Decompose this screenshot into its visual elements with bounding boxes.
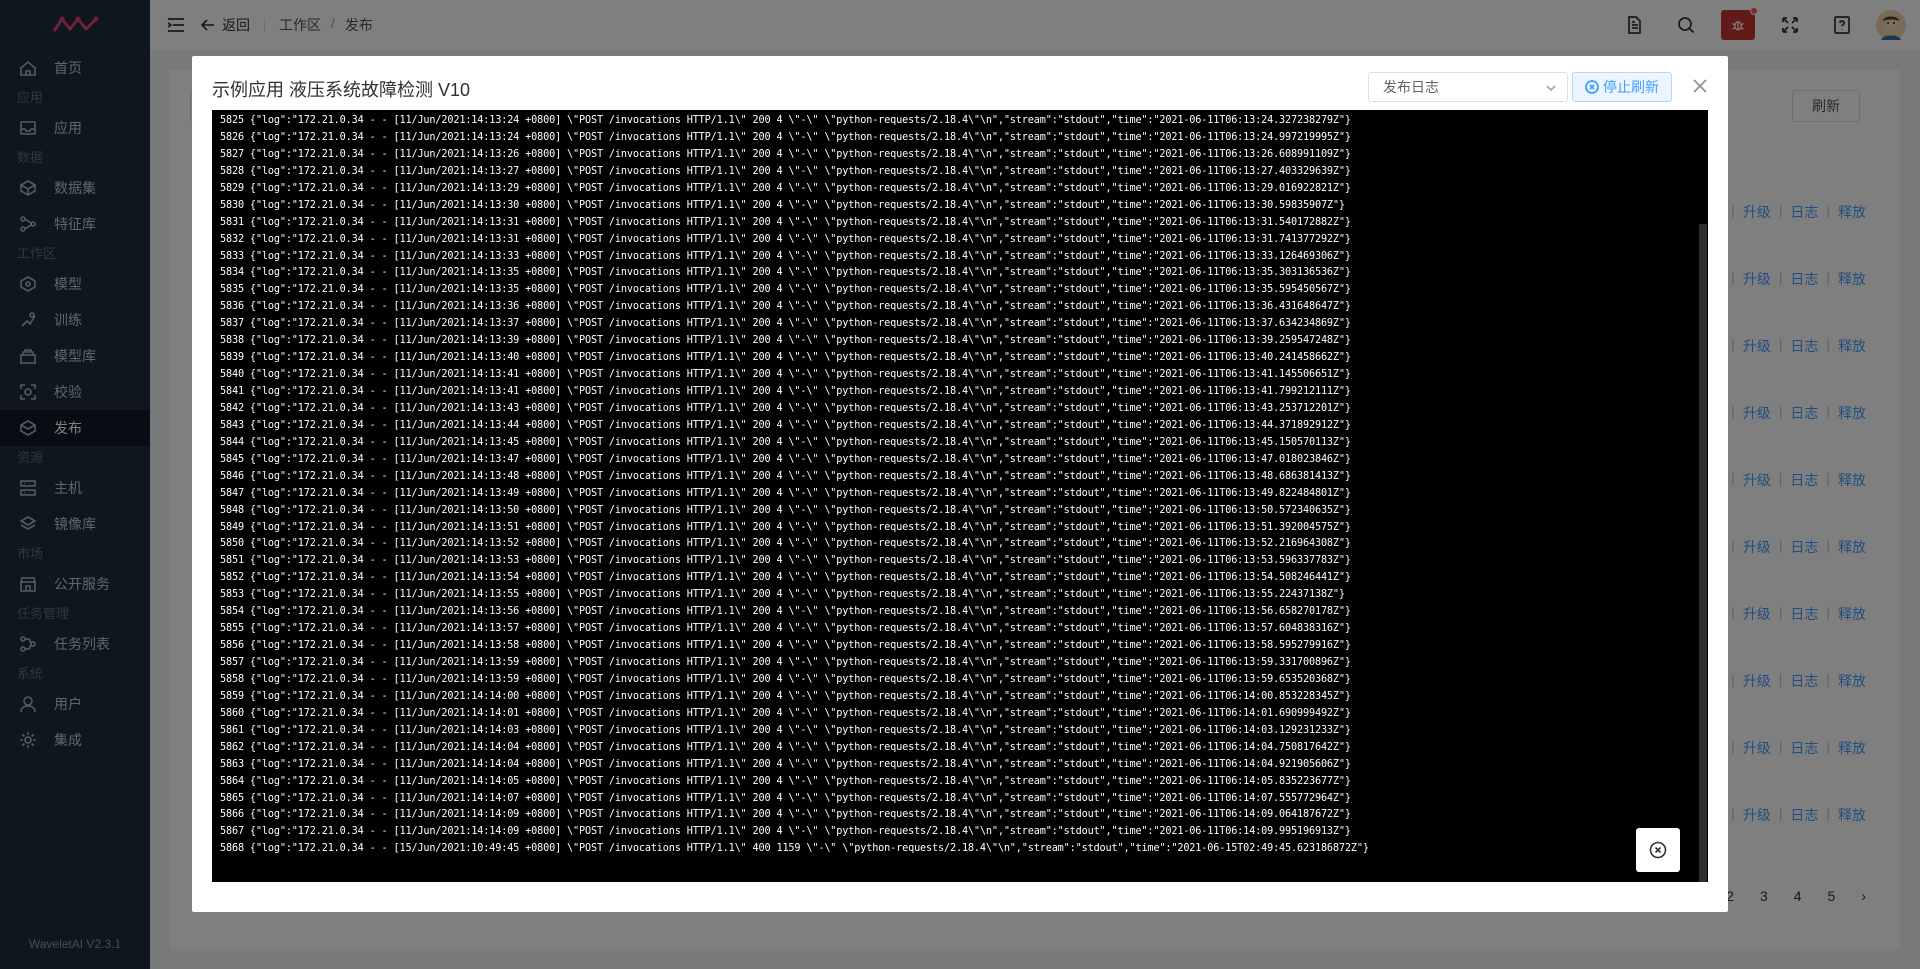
log-line: 5832 {"log":"172.21.0.34 - - [11/Jun/202… xyxy=(220,233,1351,245)
log-line: 5834 {"log":"172.21.0.34 - - [11/Jun/202… xyxy=(220,267,1351,279)
log-lines: 5825 {"log":"172.21.0.34 - - [11/Jun/202… xyxy=(212,110,1698,858)
log-scrollbar-thumb[interactable] xyxy=(1699,224,1707,882)
log-line: 5857 {"log":"172.21.0.34 - - [11/Jun/202… xyxy=(220,657,1351,668)
log-line: 5826 {"log":"172.21.0.34 - - [11/Jun/202… xyxy=(220,131,1351,143)
log-line: 5843 {"log":"172.21.0.34 - - [11/Jun/202… xyxy=(220,419,1351,431)
chevron-down-icon xyxy=(1546,85,1556,92)
log-line: 5831 {"log":"172.21.0.34 - - [11/Jun/202… xyxy=(220,216,1351,228)
log-line: 5863 {"log":"172.21.0.34 - - [11/Jun/202… xyxy=(220,758,1351,770)
log-line: 5836 {"log":"172.21.0.34 - - [11/Jun/202… xyxy=(220,301,1351,313)
log-line: 5850 {"log":"172.21.0.34 - - [11/Jun/202… xyxy=(220,538,1351,550)
log-line: 5848 {"log":"172.21.0.34 - - [11/Jun/202… xyxy=(220,504,1351,516)
dialog-title: 示例应用 液压系统故障检测 V10 xyxy=(212,80,471,100)
log-line: 5840 {"log":"172.21.0.34 - - [11/Jun/202… xyxy=(220,369,1351,381)
log-line: 5841 {"log":"172.21.0.34 - - [11/Jun/202… xyxy=(220,386,1351,397)
log-terminal[interactable]: 5825 {"log":"172.21.0.34 - - [11/Jun/202… xyxy=(212,110,1708,882)
log-line: 5858 {"log":"172.21.0.34 - - [11/Jun/202… xyxy=(220,673,1351,685)
log-line: 5868 {"log":"172.21.0.34 - - [15/Jun/202… xyxy=(220,843,1369,855)
log-line: 5854 {"log":"172.21.0.34 - - [11/Jun/202… xyxy=(220,606,1351,618)
log-line: 5864 {"log":"172.21.0.34 - - [11/Jun/202… xyxy=(220,775,1351,787)
log-line: 5838 {"log":"172.21.0.34 - - [11/Jun/202… xyxy=(220,335,1351,347)
log-line: 5860 {"log":"172.21.0.34 - - [11/Jun/202… xyxy=(220,707,1351,719)
log-line: 5852 {"log":"172.21.0.34 - - [11/Jun/202… xyxy=(220,572,1351,584)
stop-refresh-button[interactable]: 停止刷新 xyxy=(1572,72,1672,102)
log-line: 5845 {"log":"172.21.0.34 - - [11/Jun/202… xyxy=(220,453,1351,465)
scroll-to-bottom-button[interactable] xyxy=(1636,828,1680,872)
log-line: 5839 {"log":"172.21.0.34 - - [11/Jun/202… xyxy=(220,352,1351,364)
log-line: 5855 {"log":"172.21.0.34 - - [11/Jun/202… xyxy=(220,623,1351,635)
log-line: 5837 {"log":"172.21.0.34 - - [11/Jun/202… xyxy=(220,318,1351,330)
log-line: 5835 {"log":"172.21.0.34 - - [11/Jun/202… xyxy=(220,284,1351,296)
log-line: 5862 {"log":"172.21.0.34 - - [11/Jun/202… xyxy=(220,741,1351,753)
log-line: 5853 {"log":"172.21.0.34 - - [11/Jun/202… xyxy=(220,589,1345,601)
dialog-close-button[interactable] xyxy=(1688,74,1712,98)
log-line: 5827 {"log":"172.21.0.34 - - [11/Jun/202… xyxy=(220,148,1351,160)
log-line: 5844 {"log":"172.21.0.34 - - [11/Jun/202… xyxy=(220,436,1351,448)
log-line: 5851 {"log":"172.21.0.34 - - [11/Jun/202… xyxy=(220,555,1351,567)
log-line: 5861 {"log":"172.21.0.34 - - [11/Jun/202… xyxy=(220,724,1351,736)
log-line: 5842 {"log":"172.21.0.34 - - [11/Jun/202… xyxy=(220,402,1351,414)
log-type-select[interactable]: 发布日志 xyxy=(1368,72,1568,102)
log-line: 5830 {"log":"172.21.0.34 - - [11/Jun/202… xyxy=(220,199,1345,211)
log-line: 5865 {"log":"172.21.0.34 - - [11/Jun/202… xyxy=(220,792,1351,804)
log-line: 5829 {"log":"172.21.0.34 - - [11/Jun/202… xyxy=(220,182,1351,194)
stop-refresh-label: 停止刷新 xyxy=(1603,79,1659,95)
close-circle-icon xyxy=(1649,841,1667,859)
log-line: 5859 {"log":"172.21.0.34 - - [11/Jun/202… xyxy=(220,690,1351,702)
log-line: 5866 {"log":"172.21.0.34 - - [11/Jun/202… xyxy=(220,809,1351,821)
stop-circle-icon xyxy=(1585,80,1599,94)
log-line: 5833 {"log":"172.21.0.34 - - [11/Jun/202… xyxy=(220,250,1351,262)
log-type-value: 发布日志 xyxy=(1383,79,1439,95)
close-icon xyxy=(1693,79,1707,93)
log-line: 5856 {"log":"172.21.0.34 - - [11/Jun/202… xyxy=(220,640,1351,652)
log-line: 5825 {"log":"172.21.0.34 - - [11/Jun/202… xyxy=(220,115,1351,126)
log-line: 5828 {"log":"172.21.0.34 - - [11/Jun/202… xyxy=(220,165,1351,177)
log-line: 5867 {"log":"172.21.0.34 - - [11/Jun/202… xyxy=(220,826,1351,838)
publish-log-dialog: 示例应用 液压系统故障检测 V10 发布日志 停止刷新 5825 {"log":… xyxy=(192,56,1728,912)
log-line: 5847 {"log":"172.21.0.34 - - [11/Jun/202… xyxy=(220,487,1351,499)
log-line: 5849 {"log":"172.21.0.34 - - [11/Jun/202… xyxy=(220,521,1351,533)
log-scrollbar[interactable] xyxy=(1698,110,1708,882)
log-line: 5846 {"log":"172.21.0.34 - - [11/Jun/202… xyxy=(220,470,1351,482)
